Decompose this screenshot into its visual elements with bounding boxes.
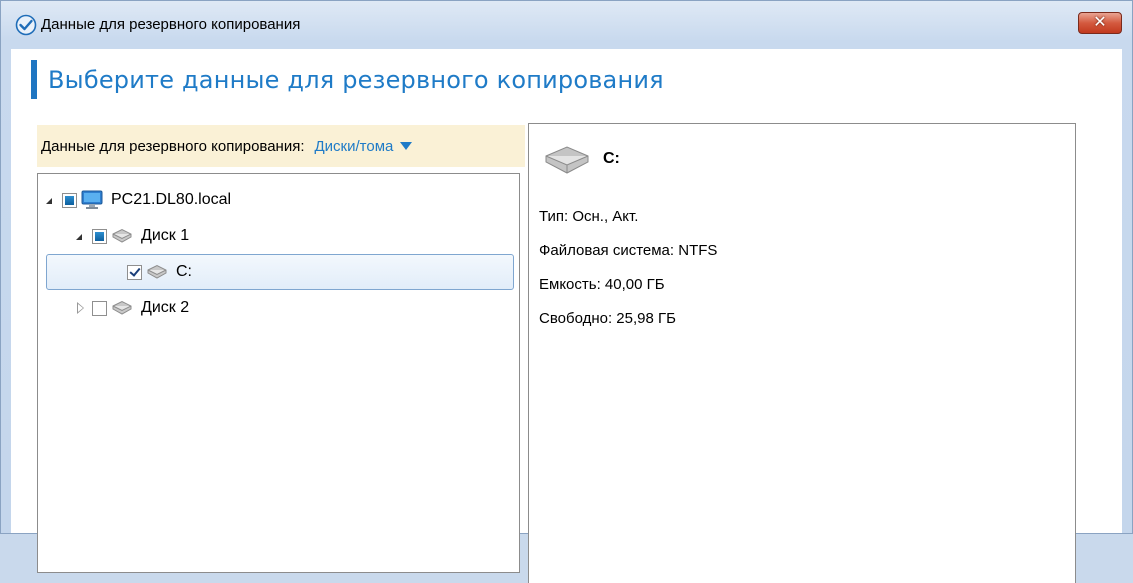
- data-type-filter: Данные для резервного копирования: Диски…: [37, 125, 525, 167]
- close-button[interactable]: ✕: [1078, 12, 1122, 34]
- tree-item-label: Диск 1: [141, 227, 190, 244]
- tree-item-label: PC21.DL80.local: [111, 191, 232, 208]
- dialog-content: Выберите данные для резервного копирован…: [11, 49, 1122, 583]
- app-logo-icon: [15, 14, 37, 36]
- data-tree: PC21.DL80.local Диск 1 C: Диск 2: [37, 173, 520, 573]
- tree-item-volume-c[interactable]: C:: [46, 254, 514, 290]
- filter-dropdown[interactable]: Диски/тома: [315, 138, 394, 155]
- title-bar[interactable]: Данные для резервного копирования ✕: [1, 1, 1132, 49]
- page-title: Выберите данные для резервного копирован…: [48, 66, 664, 94]
- details-free-space: Свободно: 25,98 ГБ: [539, 310, 676, 327]
- tree-item-disk1[interactable]: Диск 1: [74, 218, 514, 254]
- close-icon: ✕: [1093, 14, 1107, 31]
- tree-item-disk2[interactable]: Диск 2: [74, 290, 514, 326]
- expander-collapsed-icon[interactable]: [74, 302, 86, 314]
- expander-expanded-icon[interactable]: [74, 230, 86, 242]
- tree-checkbox-computer[interactable]: [62, 192, 77, 208]
- disk-icon: [111, 228, 133, 244]
- chevron-down-icon[interactable]: [400, 142, 413, 150]
- details-type: Тип: Осн., Акт.: [539, 208, 639, 225]
- disk-icon: [545, 146, 589, 174]
- heading-accent-bar: [31, 60, 37, 99]
- disk-icon: [111, 300, 133, 316]
- backup-data-dialog: Данные для резервного копирования ✕ Выбе…: [0, 0, 1133, 583]
- disk-icon: [146, 264, 168, 280]
- tree-checkbox-disk1[interactable]: [92, 228, 107, 244]
- tree-checkbox-disk2[interactable]: [92, 300, 107, 316]
- details-panel: C: Тип: Осн., Акт. Файловая система: NTF…: [528, 123, 1076, 583]
- details-title: C:: [603, 150, 620, 167]
- tree-checkbox-volume-c[interactable]: [127, 264, 142, 280]
- window-title: Данные для резервного копирования: [41, 16, 301, 33]
- expander-expanded-icon[interactable]: [44, 194, 56, 206]
- details-filesystem: Файловая система: NTFS: [539, 242, 718, 259]
- computer-icon: [81, 190, 103, 210]
- tree-item-computer[interactable]: PC21.DL80.local: [44, 182, 514, 218]
- details-capacity: Емкость: 40,00 ГБ: [539, 276, 665, 293]
- tree-item-label: C:: [176, 263, 192, 280]
- tree-item-label: Диск 2: [141, 299, 190, 316]
- filter-label: Данные для резервного копирования:: [41, 137, 305, 155]
